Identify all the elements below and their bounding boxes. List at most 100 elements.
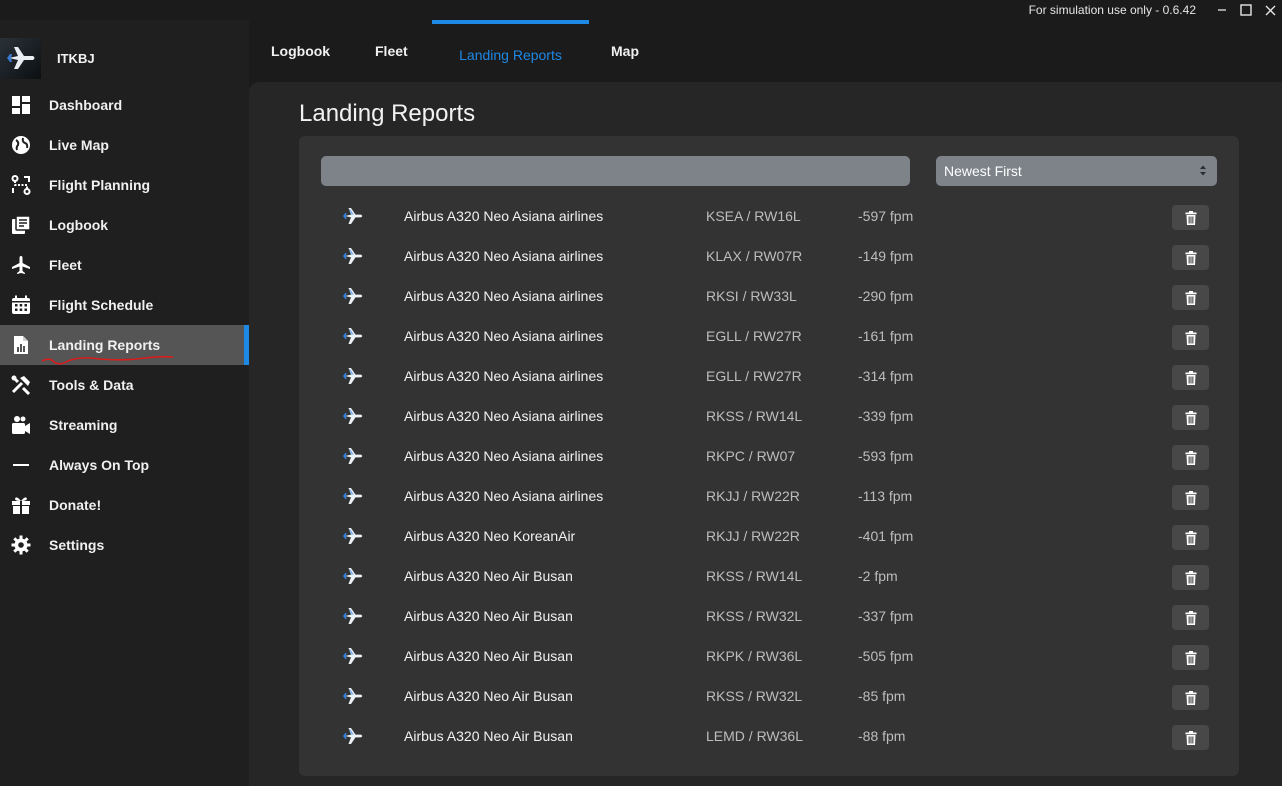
- airport-runway: EGLL / RW27R: [706, 368, 802, 384]
- aircraft-name: Airbus A320 Neo Asiana airlines: [404, 248, 604, 264]
- airport-runway: RKPC / RW07: [706, 448, 796, 464]
- airport-runway: RKJJ / RW22R: [706, 488, 800, 504]
- delete-button[interactable]: [1172, 485, 1209, 510]
- report-row[interactable]: Airbus A320 Neo Asiana airlines RKJJ / R…: [299, 476, 1239, 516]
- gear-icon: [10, 534, 32, 556]
- airport-runway: RKJJ / RW22R: [706, 528, 800, 544]
- user-profile[interactable]: ITKBJ: [0, 37, 249, 79]
- landing-rate: -290 fpm: [858, 288, 914, 304]
- report-row[interactable]: Airbus A320 Neo Air Busan LEMD / RW36L -…: [299, 716, 1239, 756]
- version-text: For simulation use only - 0.6.42: [1028, 3, 1196, 17]
- airplane-icon: [343, 328, 363, 344]
- sidebar-item-label: Flight Schedule: [49, 297, 154, 313]
- report-row[interactable]: Airbus A320 Neo Air Busan RKSS / RW32L -…: [299, 596, 1239, 636]
- delete-button[interactable]: [1172, 525, 1209, 550]
- sidebar-item-flight-planning[interactable]: Flight Planning: [0, 165, 249, 205]
- sidebar-item-flight-schedule[interactable]: Flight Schedule: [0, 285, 249, 325]
- airplane-icon: [343, 488, 363, 504]
- sidebar-item-dashboard[interactable]: Dashboard: [0, 85, 249, 125]
- airplane-icon: [343, 408, 363, 424]
- title-bar: For simulation use only - 0.6.42: [0, 0, 1282, 20]
- airplane-icon: [343, 248, 363, 264]
- sidebar-item-streaming[interactable]: Streaming: [0, 405, 249, 445]
- aircraft-name: Airbus A320 Neo Asiana airlines: [404, 448, 604, 464]
- airplane-icon: [343, 528, 363, 544]
- landing-rate: -88 fpm: [858, 728, 906, 744]
- airplane-icon: [343, 568, 363, 584]
- camera-icon: [10, 414, 32, 436]
- trash-icon: [1185, 410, 1196, 425]
- report-row[interactable]: Airbus A320 Neo Asiana airlines EGLL / R…: [299, 316, 1239, 356]
- sidebar-item-settings[interactable]: Settings: [0, 525, 249, 565]
- aircraft-name: Airbus A320 Neo Air Busan: [404, 688, 573, 704]
- delete-button[interactable]: [1172, 445, 1209, 470]
- tools-icon: [10, 374, 32, 396]
- report-row[interactable]: Airbus A320 Neo Air Busan RKSS / RW14L -…: [299, 556, 1239, 596]
- delete-button[interactable]: [1172, 245, 1209, 270]
- delete-button[interactable]: [1172, 285, 1209, 310]
- calendar-icon: [10, 294, 32, 316]
- trash-icon: [1185, 250, 1196, 265]
- aircraft-name: Airbus A320 Neo Asiana airlines: [404, 208, 604, 224]
- trash-icon: [1185, 490, 1196, 505]
- aircraft-name: Airbus A320 Neo Air Busan: [404, 608, 573, 624]
- delete-button[interactable]: [1172, 605, 1209, 630]
- maximize-icon: [1240, 4, 1252, 16]
- tab-logbook[interactable]: Logbook: [271, 20, 330, 82]
- route-icon: [10, 174, 32, 196]
- delete-button[interactable]: [1172, 565, 1209, 590]
- dashboard-icon: [10, 94, 32, 116]
- minimize-button[interactable]: [1210, 0, 1234, 20]
- sidebar-item-label: Always On Top: [49, 457, 150, 473]
- aircraft-name: Airbus A320 Neo Asiana airlines: [404, 288, 604, 304]
- landing-rate: -337 fpm: [858, 608, 914, 624]
- report-row[interactable]: Airbus A320 Neo Asiana airlines RKSS / R…: [299, 396, 1239, 436]
- airport-runway: KLAX / RW07R: [706, 248, 803, 264]
- report-row[interactable]: Airbus A320 Neo KoreanAir RKJJ / RW22R -…: [299, 516, 1239, 556]
- sidebar-item-donate[interactable]: Donate!: [0, 485, 249, 525]
- select-arrows-icon: [1200, 165, 1206, 176]
- sort-select[interactable]: Newest First: [936, 156, 1217, 186]
- report-row[interactable]: Airbus A320 Neo Asiana airlines EGLL / R…: [299, 356, 1239, 396]
- close-button[interactable]: [1258, 0, 1282, 20]
- delete-button[interactable]: [1172, 365, 1209, 390]
- maximize-button[interactable]: [1234, 0, 1258, 20]
- airport-runway: RKSI / RW33L: [706, 288, 797, 304]
- delete-button[interactable]: [1172, 325, 1209, 350]
- delete-button[interactable]: [1172, 205, 1209, 230]
- tab-map[interactable]: Map: [611, 20, 639, 82]
- page-title: Landing Reports: [299, 100, 476, 127]
- airport-runway: RKSS / RW14L: [706, 408, 803, 424]
- airplane-icon: [343, 208, 363, 224]
- tab-landing-reports[interactable]: Landing Reports: [432, 20, 589, 82]
- delete-button[interactable]: [1172, 645, 1209, 670]
- delete-button[interactable]: [1172, 405, 1209, 430]
- sidebar-item-landing-reports[interactable]: Landing Reports: [0, 325, 249, 365]
- sidebar-item-label: Tools & Data: [49, 377, 134, 393]
- sidebar-item-fleet[interactable]: Fleet: [0, 245, 249, 285]
- delete-button[interactable]: [1172, 685, 1209, 710]
- airplane-icon: [343, 728, 363, 744]
- report-row[interactable]: Airbus A320 Neo Air Busan RKSS / RW32L -…: [299, 676, 1239, 716]
- report-row[interactable]: Airbus A320 Neo Asiana airlines RKPC / R…: [299, 436, 1239, 476]
- search-input[interactable]: [321, 156, 910, 186]
- airplane-icon: [343, 608, 363, 624]
- avatar: [0, 37, 41, 79]
- landing-rate: -113 fpm: [858, 488, 913, 504]
- trash-icon: [1185, 730, 1196, 745]
- delete-button[interactable]: [1172, 725, 1209, 750]
- report-row[interactable]: Airbus A320 Neo Asiana airlines KLAX / R…: [299, 236, 1239, 276]
- sidebar-item-live-map[interactable]: Live Map: [0, 125, 249, 165]
- report-row[interactable]: Airbus A320 Neo Asiana airlines RKSI / R…: [299, 276, 1239, 316]
- report-row[interactable]: Airbus A320 Neo Air Busan RKPK / RW36L -…: [299, 636, 1239, 676]
- report-icon: [10, 334, 32, 356]
- sidebar-item-label: Flight Planning: [49, 177, 151, 193]
- sidebar-item-logbook[interactable]: Logbook: [0, 205, 249, 245]
- sidebar-item-label: Streaming: [49, 417, 118, 433]
- tab-fleet[interactable]: Fleet: [375, 20, 408, 82]
- sidebar-item-always-on-top[interactable]: Always On Top: [0, 445, 249, 485]
- sidebar-item-tools-data[interactable]: Tools & Data: [0, 365, 249, 405]
- report-row[interactable]: Airbus A320 Neo Asiana airlines KSEA / R…: [299, 196, 1239, 236]
- aircraft-name: Airbus A320 Neo Asiana airlines: [404, 328, 604, 344]
- top-tabs: Logbook Fleet Landing Reports Map: [249, 20, 1282, 82]
